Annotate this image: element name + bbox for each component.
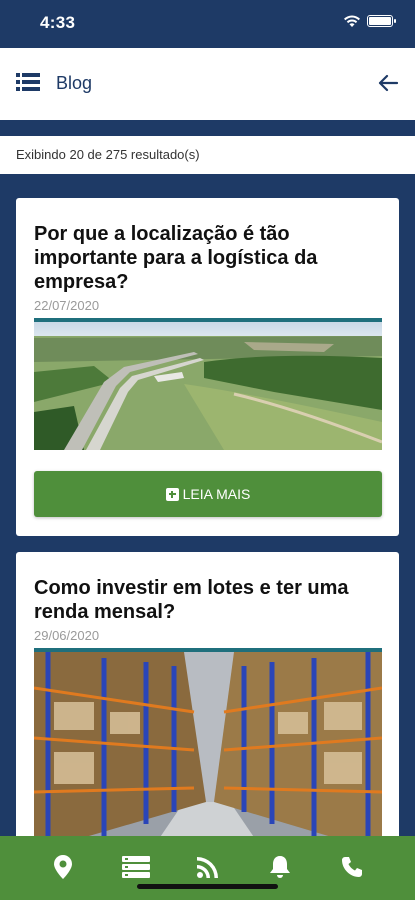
read-more-label: LEIA MAIS	[182, 486, 251, 502]
nav-list[interactable]	[116, 850, 156, 884]
battery-icon	[367, 15, 396, 27]
nav-feed[interactable]	[188, 850, 228, 884]
bell-icon	[270, 856, 290, 878]
phone-icon	[342, 857, 362, 877]
post-title[interactable]: Por que a localização é tão importante p…	[34, 222, 381, 294]
nav-location[interactable]	[43, 850, 83, 884]
post-date: 29/06/2020	[34, 628, 100, 643]
app-header: Blog	[0, 48, 415, 120]
read-more-button[interactable]: LEIA MAIS	[34, 471, 382, 517]
list-icon	[122, 856, 150, 878]
wifi-icon	[344, 15, 360, 27]
results-bar: Exibindo 20 de 275 resultado(s)	[0, 136, 415, 174]
status-bar: 4:33	[0, 0, 415, 48]
bottom-nav	[0, 836, 415, 900]
rss-icon	[197, 857, 218, 878]
status-time: 4:33	[40, 13, 76, 32]
blog-post-card[interactable]: Como investir em lotes e ter uma renda m…	[16, 552, 399, 852]
post-title[interactable]: Como investir em lotes e ter uma renda m…	[34, 576, 381, 624]
nav-notifications[interactable]	[260, 850, 300, 884]
post-image-aerial[interactable]	[34, 318, 382, 450]
post-date: 22/07/2020	[34, 298, 100, 313]
list-menu-icon[interactable]	[16, 72, 40, 92]
post-image-warehouse[interactable]	[34, 648, 382, 852]
status-icons	[343, 14, 396, 28]
home-indicator	[137, 884, 278, 889]
nav-contact[interactable]	[332, 850, 372, 884]
results-count: Exibindo 20 de 275 resultado(s)	[16, 147, 200, 162]
back-arrow-icon[interactable]	[377, 72, 399, 94]
blog-post-card[interactable]: Por que a localização é tão importante p…	[16, 198, 399, 536]
location-pin-icon	[54, 855, 72, 879]
plus-square-icon	[165, 487, 179, 501]
page-title: Blog	[56, 73, 93, 93]
